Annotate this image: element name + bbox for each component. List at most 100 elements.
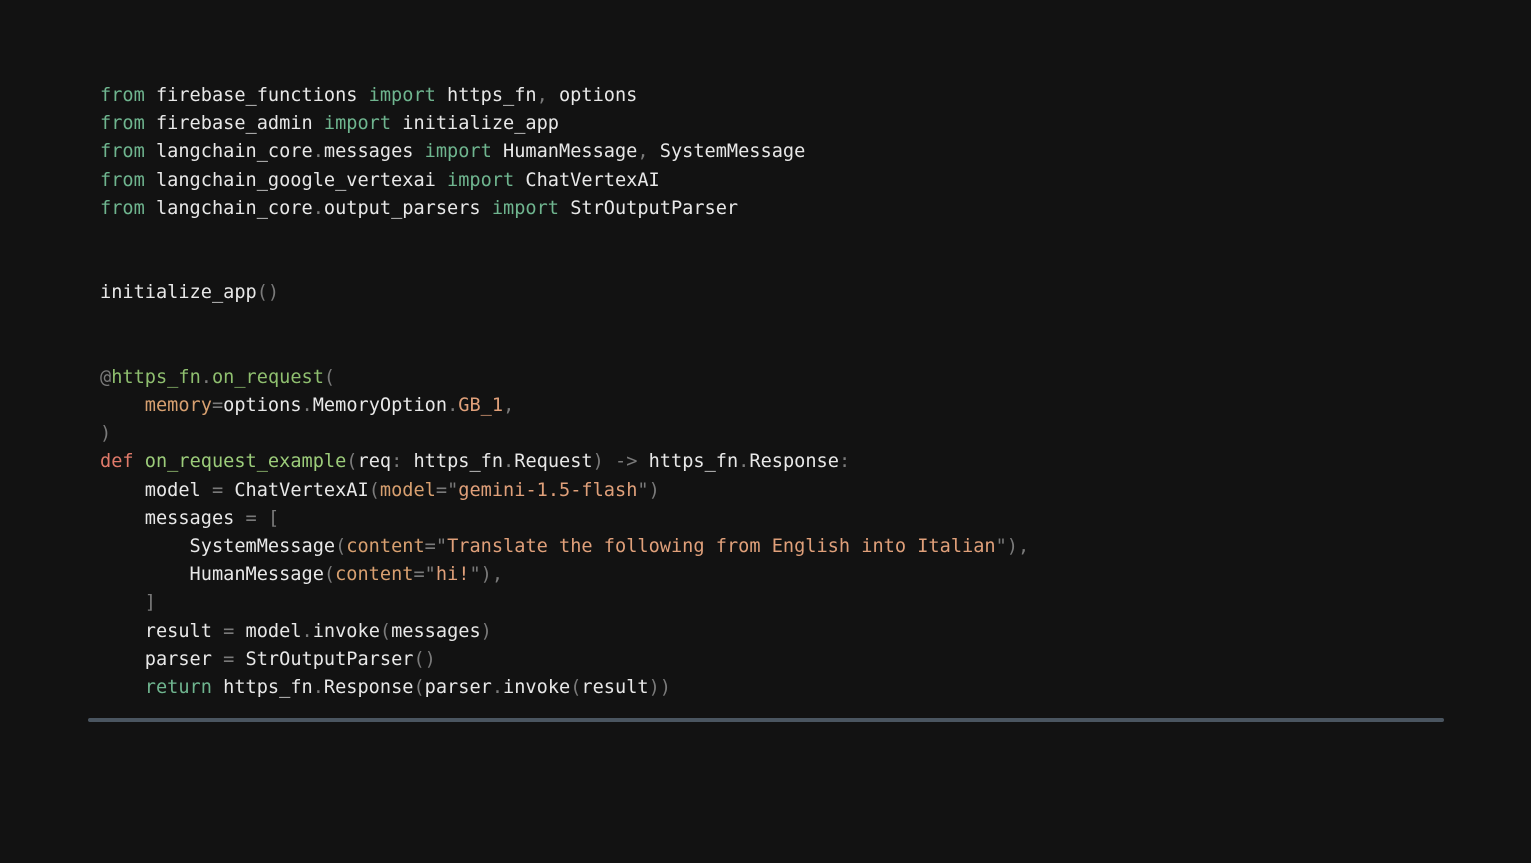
code-token-id [604,451,615,472]
code-token-punc: , [536,85,548,106]
code-token-punc: , [637,141,649,163]
code-token-id: model [100,479,212,501]
code-token-punc: = [211,479,224,501]
code-token-id: output_parsers [323,197,492,219]
code-token-punc: . [312,197,324,219]
code-token-id [257,508,268,529]
code-token-punc: ( [323,564,336,586]
code-token-id: messages [391,620,481,642]
code-line: ] [100,589,1029,617]
code-token-id: invoke [503,676,571,698]
code-token-punc: : [391,451,403,473]
code-token-punc: ( [368,479,380,501]
code-line: from firebase_admin import initialize_ap… [100,110,1029,138]
code-line: ​ [100,223,1029,251]
code-token-id: SystemMessage [648,141,806,163]
code-token-kw: from [100,197,145,219]
code-token-arg: memory [144,395,212,417]
code-line: ​ [100,251,1029,279]
code-line: from langchain_core.output_parsers impor… [100,195,1029,223]
code-token-id: req [357,451,392,473]
code-line: ​ [100,336,1029,364]
code-token-fn: on_request_example [144,451,347,473]
code-token-punc: ( [570,676,582,698]
code-line: initialize_app() [100,279,1029,307]
code-token-punc: @ [100,366,112,388]
code-token-punc: ) [592,451,604,473]
horizontal-scrollbar[interactable] [88,718,1444,722]
code-token-kw: from [100,85,145,106]
code-block[interactable]: from firebase_functions import https_fn,… [100,82,1029,702]
code-token-id: Response [749,451,839,473]
code-token-punc: = [435,479,448,501]
code-token-punc: () [413,648,436,670]
code-token-punc: , [503,395,515,417]
code-line: result = model.invoke(messages) [100,618,1029,646]
code-line: SystemMessage(content="Translate the fol… [100,533,1030,561]
code-line: ​ [100,308,1029,336]
code-line: messages = [ [100,505,1029,533]
code-token-id: https_fn [402,451,504,473]
code-token-id: langchain_core [144,141,313,163]
code-token-punc: )) [648,676,671,698]
code-token-id: Response [323,676,414,698]
code-token-punc: = [223,620,235,642]
code-token-punc: ( [413,676,425,698]
code-token-id: options [223,395,302,417]
code-token-id: initialize_app [100,282,257,304]
code-token-id: ChatVertexAI [223,479,369,501]
code-token-punc: . [301,620,313,642]
code-token-punc: . [503,451,515,473]
code-token-punc: " [424,564,436,586]
code-token-id: HumanMessage [491,141,638,163]
code-token-punc: = [245,507,257,529]
code-token-id: Request [514,451,593,473]
code-token-punc: . [447,395,459,417]
code-token-id [100,592,145,613]
code-token-punc: = [211,395,224,417]
code-token-punc: ( [335,536,347,557]
code-token-id: MemoryOption [312,395,448,417]
code-line: HumanMessage(content="hi!"), [100,561,1029,589]
code-token-id: firebase_functions [144,85,369,106]
code-token-id: messages [323,141,425,163]
code-line: memory=options.MemoryOption.GB_1, [100,392,1029,420]
code-token-kw: import [447,169,515,191]
code-token-dec: https_fn [111,366,201,388]
code-token-kw: from [100,113,145,135]
code-token-id [100,395,145,416]
code-token-punc: ( [379,620,392,642]
code-line: ) [100,420,1029,448]
code-token-id: parser [100,648,224,670]
code-token-id [134,451,145,472]
code-token-kw: return [144,676,212,698]
code-token-punc: . [200,366,212,388]
code-token-str: Translate the following from English int… [447,536,996,557]
code-line: @https_fn.on_request( [100,364,1029,392]
code-token-punc: "), [995,536,1030,557]
code-token-kw: import [323,113,392,135]
code-token-punc: ( [323,366,336,388]
code-token-id: StrOutputParser [559,197,739,219]
code-token-str: hi! [435,564,470,586]
code-token-id: result [581,676,649,698]
code-token-punc: = [424,536,436,557]
code-line: parser = StrOutputParser() [100,646,1029,674]
code-token-punc: ) [480,620,492,642]
code-token-punc: = [413,564,425,586]
code-token-punc: : [838,451,851,473]
code-token-id: invoke [312,620,380,642]
code-token-id: langchain_google_vertexai [144,169,448,191]
code-token-id: options [547,85,638,106]
code-token-id [100,677,145,698]
code-token-kw: from [100,141,145,163]
code-token-arg: model [379,479,436,501]
code-token-punc: "), [469,564,504,586]
code-token-punc: . [491,676,504,698]
code-token-id: https_fn [211,676,313,698]
code-token-punc: = [223,648,235,670]
code-token-id: firebase_admin [144,113,324,135]
code-token-id: langchain_core [144,197,313,219]
code-token-def: def [100,451,134,473]
code-line: from firebase_functions import https_fn,… [100,82,1029,110]
